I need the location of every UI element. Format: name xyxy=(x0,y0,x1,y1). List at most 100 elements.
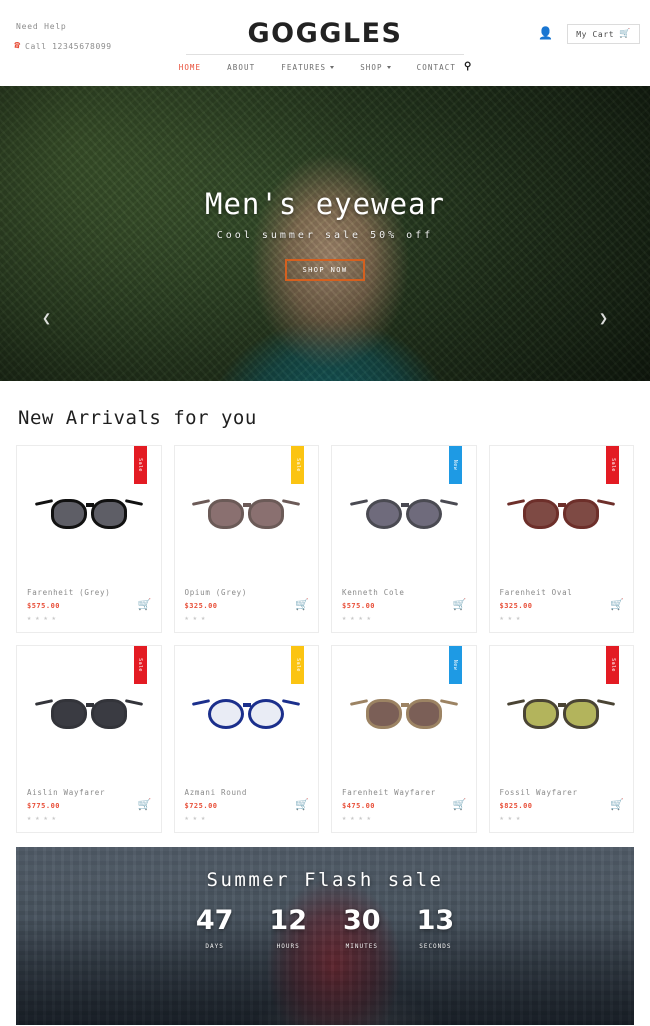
star-icon: ★ xyxy=(507,614,512,622)
add-to-cart-icon[interactable]: 🛒 xyxy=(138,599,152,610)
product-badge: New xyxy=(448,646,462,684)
product-rating: ★ ★ ★ xyxy=(500,815,624,822)
star-icon: ★ xyxy=(499,614,504,622)
nav-item-label: CONTACT xyxy=(416,62,456,72)
hero-title: Men's eyewear xyxy=(205,187,445,221)
countdown-label: SECONDS xyxy=(419,943,452,950)
temple-left xyxy=(507,699,526,706)
star-icon: ★ xyxy=(43,614,48,622)
add-to-cart-icon[interactable]: 🛒 xyxy=(295,799,309,810)
temple-right xyxy=(124,699,143,706)
countdown-value: 47 xyxy=(195,905,234,936)
product-rating: ★ ★ ★ ★ xyxy=(27,615,151,622)
product-rating: ★ ★ ★ xyxy=(500,615,624,622)
countdown-label: DAYS xyxy=(205,943,224,950)
countdown-value: 13 xyxy=(416,905,455,936)
star-icon: ★ xyxy=(51,614,56,622)
nav-item-contact[interactable]: CONTACT xyxy=(417,63,456,72)
temple-right xyxy=(282,499,301,506)
product-card[interactable]: Sale Aislin Wayfarer $775.00 ★ ★ ★ ★ 🛒 xyxy=(16,645,162,833)
temple-left xyxy=(192,499,211,506)
nav-item-label: ABOUT xyxy=(227,62,256,72)
add-to-cart-icon[interactable]: 🛒 xyxy=(138,799,152,810)
temple-left xyxy=(349,499,368,506)
shop-now-button[interactable]: SHOP NOW xyxy=(285,258,365,281)
product-card[interactable]: Sale Farenheit (Grey) $575.00 ★ ★ ★ ★ 🛒 xyxy=(16,445,162,633)
bridge xyxy=(243,503,252,507)
add-to-cart-icon[interactable]: 🛒 xyxy=(453,599,467,610)
product-badge: New xyxy=(448,446,462,484)
nav-item-about[interactable]: ABOUT xyxy=(227,63,255,72)
star-icon: ★ xyxy=(200,814,206,822)
product-rating: ★ ★ ★ xyxy=(185,815,309,822)
add-to-cart-icon[interactable]: 🛒 xyxy=(453,799,467,810)
product-card[interactable]: Sale Opium (Grey) $325.00 ★ ★ ★ 🛒 xyxy=(173,445,319,633)
lens-right xyxy=(90,499,127,529)
star-icon: ★ xyxy=(358,814,363,822)
product-badge: Sale xyxy=(606,646,619,684)
search-icon[interactable]: ⚲ xyxy=(464,61,471,72)
temple-left xyxy=(34,699,53,706)
product-name: Farenheit Wayfarer xyxy=(342,788,436,797)
hero-carousel: Men's eyewear Cool summer sale 50% off S… xyxy=(0,86,650,381)
product-price: $475.00 xyxy=(342,802,376,810)
product-card[interactable]: New Kenneth Cole $575.00 ★ ★ ★ ★ 🛒 xyxy=(331,445,477,633)
star-icon: ★ xyxy=(184,814,189,822)
add-to-cart-icon[interactable]: 🛒 xyxy=(610,599,624,610)
nav-item-home[interactable]: HOME xyxy=(179,63,201,72)
star-icon: ★ xyxy=(184,614,189,622)
product-badge: Sale xyxy=(133,446,147,484)
temple-right xyxy=(597,499,616,506)
countdown-unit-seconds: 13 SECONDS xyxy=(417,907,455,950)
carousel-prev-icon[interactable]: ❮ xyxy=(42,311,51,326)
product-price: $825.00 xyxy=(499,802,533,810)
product-name: Kenneth Cole xyxy=(342,588,405,597)
new-arrivals-section: New Arrivals for you Sale Farenheit (Grey… xyxy=(0,407,650,833)
temple-left xyxy=(192,699,211,706)
section-title: New Arrivals for you xyxy=(18,407,257,429)
star-icon: ★ xyxy=(200,614,206,622)
temple-right xyxy=(124,499,143,506)
star-icon: ★ xyxy=(35,814,40,822)
nav-item-features[interactable]: FEATURES xyxy=(281,62,335,72)
product-card[interactable]: Sale Azmani Round $725.00 ★ ★ ★ 🛒 xyxy=(173,645,319,833)
product-card[interactable]: Sale Farenheit Oval $325.00 ★ ★ ★ 🛒 xyxy=(488,445,634,633)
temple-left xyxy=(507,499,526,506)
lens-left xyxy=(50,699,87,729)
product-price: $775.00 xyxy=(27,802,61,810)
product-badge-label: Sale xyxy=(609,458,616,472)
add-to-cart-icon[interactable]: 🛒 xyxy=(295,599,309,610)
carousel-next-icon[interactable]: ❯ xyxy=(599,311,608,326)
star-icon: ★ xyxy=(342,814,347,822)
cart-label: My Cart xyxy=(576,29,615,39)
lens-right xyxy=(405,699,442,729)
lens-left xyxy=(208,699,245,729)
countdown-label: HOURS xyxy=(276,943,300,950)
nav-item-label: SHOP xyxy=(360,62,383,72)
star-icon: ★ xyxy=(358,614,363,622)
countdown-value: 30 xyxy=(343,905,381,936)
bridge xyxy=(558,703,567,707)
nav-item-label: FEATURES xyxy=(281,62,327,72)
site-header: Need Help ☎ Call 12345678099 GOGGLES 👤 M… xyxy=(0,0,650,86)
product-card[interactable]: Sale Fossil Wayfarer $825.00 ★ ★ ★ 🛒 xyxy=(488,645,634,833)
lens-right xyxy=(248,699,285,729)
lens-left xyxy=(365,499,402,529)
nav-item-shop[interactable]: SHOP xyxy=(360,62,391,72)
product-badge-label: Sale xyxy=(609,658,616,672)
product-badge-label: Sale xyxy=(137,458,143,472)
bridge xyxy=(400,703,409,707)
temple-right xyxy=(439,699,458,706)
product-name: Opium (Grey) xyxy=(184,588,248,597)
account-icon[interactable]: 👤 xyxy=(538,27,553,39)
product-card[interactable]: New Farenheit Wayfarer $475.00 ★ ★ ★ ★ 🛒 xyxy=(331,645,477,833)
countdown-timer: 47 DAYS 12 HOURS 30 MINUTES 13 SECONDS xyxy=(16,907,634,950)
bridge xyxy=(400,503,409,507)
product-price: $325.00 xyxy=(499,602,533,610)
bridge xyxy=(558,503,567,507)
product-badge-label: New xyxy=(451,459,458,471)
hero-subtitle: Cool summer sale 50% off xyxy=(216,229,434,241)
lens-left xyxy=(523,499,560,529)
add-to-cart-icon[interactable]: 🛒 xyxy=(610,799,624,810)
my-cart-button[interactable]: My Cart 🛒 xyxy=(567,24,640,44)
